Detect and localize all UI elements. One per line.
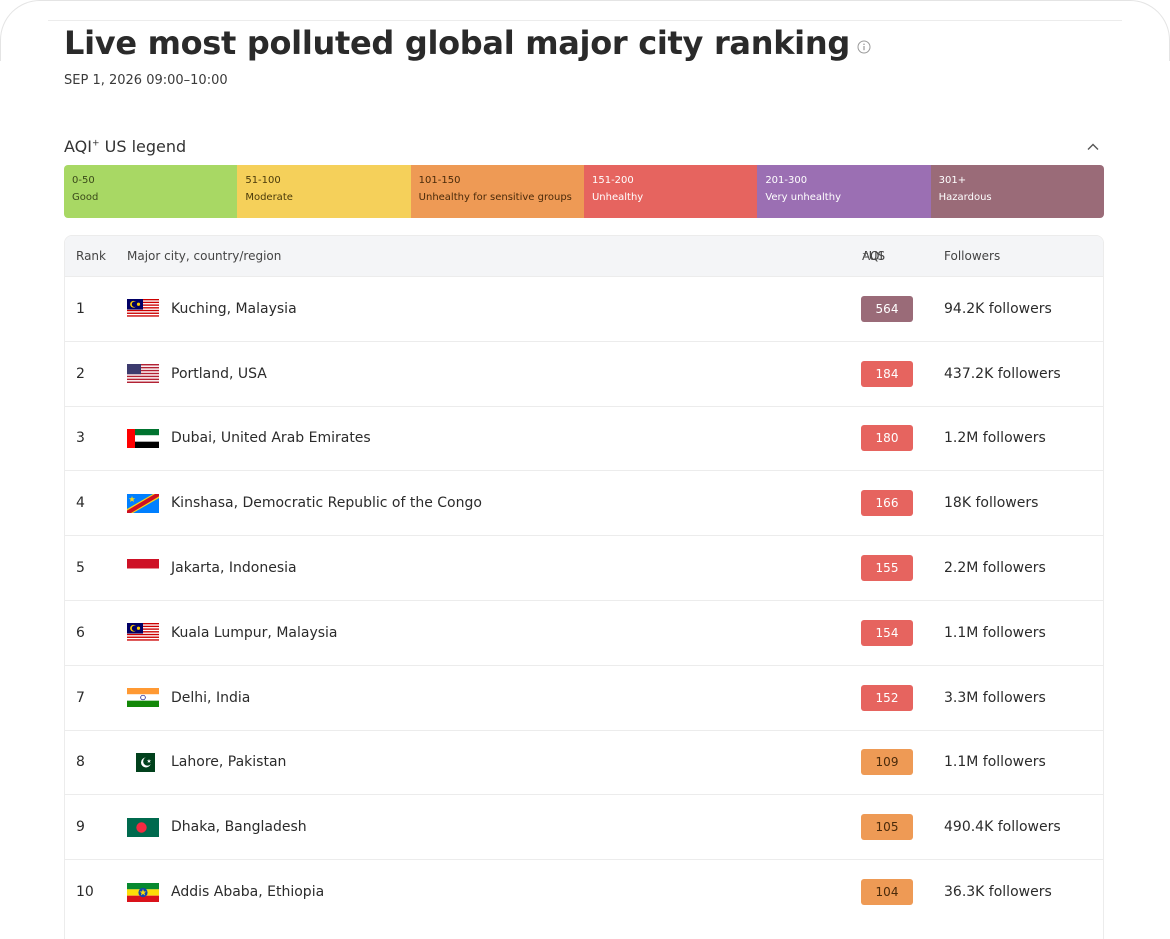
city-link[interactable]: Jakarta, Indonesia — [171, 560, 297, 576]
legend-label: Good — [72, 192, 99, 203]
pakistan-flag-icon — [127, 752, 159, 772]
header-rank: Rank — [76, 249, 106, 263]
ranking-table: Rank Major city, country/region AQI + US … — [64, 235, 1104, 939]
rank-cell: 2 — [76, 365, 85, 382]
bangladesh-flag-icon — [127, 817, 159, 837]
aqi-badge: 154 — [861, 619, 913, 646]
header-followers: Followers — [944, 249, 1001, 263]
rank-cell: 8 — [76, 754, 85, 771]
city-link[interactable]: Kinshasa, Democratic Republic of the Con… — [171, 495, 482, 511]
followers-cell: 36.3K followers — [944, 884, 1052, 901]
rank-cell: 5 — [76, 560, 85, 577]
title-row: Live most polluted global major city ran… — [64, 24, 871, 62]
aqi-badge: 155 — [861, 555, 913, 582]
legend-range: 0-50 — [72, 175, 95, 186]
aqi-badge: 184 — [861, 360, 913, 387]
aqi-badge: 166 — [861, 490, 913, 517]
table-row[interactable]: 1 Kuching, Malaysia 564 94.2K followers — [65, 276, 1103, 341]
city-link[interactable]: Portland, USA — [171, 366, 267, 382]
followers-cell: 2.2M followers — [944, 560, 1046, 577]
malaysia-flag-icon — [127, 623, 159, 643]
table-row[interactable]: 9 Dhaka, Bangladesh 105 490.4K followers — [65, 794, 1103, 859]
legend-range: 51-100 — [245, 175, 281, 186]
ranking-page: Live most polluted global major city ran… — [0, 0, 1170, 939]
indonesia-flag-icon — [127, 558, 159, 578]
city-link[interactable]: Kuala Lumpur, Malaysia — [171, 625, 338, 641]
rank-cell: 1 — [76, 300, 85, 317]
legend-label: Unhealthy for sensitive groups — [418, 192, 572, 203]
uae-flag-icon — [127, 428, 159, 448]
aqi-badge: 109 — [861, 749, 913, 776]
table-row[interactable]: 10 Addis Ababa, Ethiopia 104 36.3K follower… — [65, 859, 1103, 924]
info-icon[interactable] — [857, 40, 871, 54]
drc-flag-icon — [127, 493, 159, 513]
rank-cell: 7 — [76, 689, 85, 706]
rank-cell: 9 — [76, 819, 85, 836]
legend-label: Hazardous — [938, 192, 992, 203]
city-link[interactable]: Kuching, Malaysia — [171, 301, 297, 317]
rank-cell: 10 — [76, 884, 94, 901]
header-aqi: AQI + US — [862, 248, 886, 263]
followers-cell: 1.1M followers — [944, 624, 1046, 641]
table-row[interactable]: 2 Portland, USA 184 437.2K followers — [65, 340, 1103, 406]
table-row[interactable]: 6 Kuala Lumpur, Malaysia 154 1.1M followers — [65, 599, 1103, 665]
legend-segment: 51-100 Moderate — [237, 165, 411, 218]
city-link[interactable]: Delhi, India — [171, 690, 250, 706]
legend-range: 151-200 — [591, 175, 634, 186]
aqi-badge: 152 — [861, 684, 913, 711]
chevron-up-icon[interactable] — [1082, 135, 1104, 157]
page-title: Live most polluted global major city ran… — [64, 24, 850, 62]
aqi-badge: 564 — [861, 295, 913, 322]
aqi-badge: 180 — [861, 425, 913, 452]
legend-range: 101-150 — [418, 175, 461, 186]
city-link[interactable]: Dhaka, Bangladesh — [171, 819, 307, 835]
india-flag-icon — [127, 688, 159, 708]
legend-segment: 301+ Hazardous — [930, 165, 1104, 218]
legend-range: 301+ — [938, 175, 967, 186]
followers-cell: 1.2M followers — [944, 430, 1046, 447]
table-row[interactable]: 4 Kinshasa, Democratic Republic of the Co… — [65, 470, 1103, 535]
city-link[interactable]: Dubai, United Arab Emirates — [171, 430, 371, 446]
followers-cell: 3.3M followers — [944, 689, 1046, 706]
aqi-badge: 105 — [861, 814, 913, 841]
legend-segment: 151-200 Unhealthy — [583, 165, 758, 218]
followers-cell: 490.4K followers — [944, 819, 1061, 836]
followers-cell: 18K followers — [944, 495, 1039, 512]
malaysia-flag-icon — [127, 299, 159, 319]
legend-header[interactable]: AQI+ US legend — [64, 135, 1104, 157]
city-link[interactable]: Lahore, Pakistan — [171, 754, 286, 770]
timestamp: SEP 1, 2026 09:00–10:00 — [64, 73, 228, 88]
legend-label: Moderate — [245, 192, 293, 203]
legend-title: AQI+ US legend — [64, 136, 187, 156]
legend-segment: 0-50 Good — [64, 165, 238, 218]
table-row[interactable]: 5 Jakarta, Indonesia 155 2.2M followers — [65, 535, 1103, 600]
followers-cell: 94.2K followers — [944, 300, 1052, 317]
rank-cell: 3 — [76, 430, 85, 447]
rank-cell: 6 — [76, 624, 85, 641]
rank-cell: 4 — [76, 495, 85, 512]
top-divider — [48, 20, 1122, 21]
aqi-legend-bar: 0-50 Good 51-100 Moderate 101-150 Unhealthy f… — [64, 165, 1104, 218]
table-row[interactable]: 7 Delhi, India 152 3.3M followers — [65, 664, 1103, 730]
usa-flag-icon — [127, 364, 159, 384]
table-row[interactable]: 3 Dubai, United Arab Emirates 180 1.2M foll… — [65, 405, 1103, 471]
table-header: Rank Major city, country/region AQI + US … — [65, 236, 1103, 276]
aqi-badge: 104 — [861, 879, 913, 906]
followers-cell: 1.1M followers — [944, 754, 1046, 771]
table-body: 1 Kuching, Malaysia 564 94.2K followers 2 Por… — [65, 276, 1103, 924]
ethiopia-flag-icon — [127, 882, 159, 902]
legend-segment: 201-300 Very unhealthy — [757, 165, 931, 218]
header-city: Major city, country/region — [127, 249, 282, 263]
followers-cell: 437.2K followers — [944, 365, 1061, 382]
city-link[interactable]: Addis Ababa, Ethiopia — [171, 884, 324, 900]
legend-label: Unhealthy — [591, 192, 644, 203]
legend-segment: 101-150 Unhealthy for sensitive groups — [410, 165, 584, 218]
legend-range: 201-300 — [765, 175, 808, 186]
table-row[interactable]: 8 Lahore, Pakistan 109 1.1M followers — [65, 729, 1103, 795]
legend-label: Very unhealthy — [765, 192, 841, 203]
